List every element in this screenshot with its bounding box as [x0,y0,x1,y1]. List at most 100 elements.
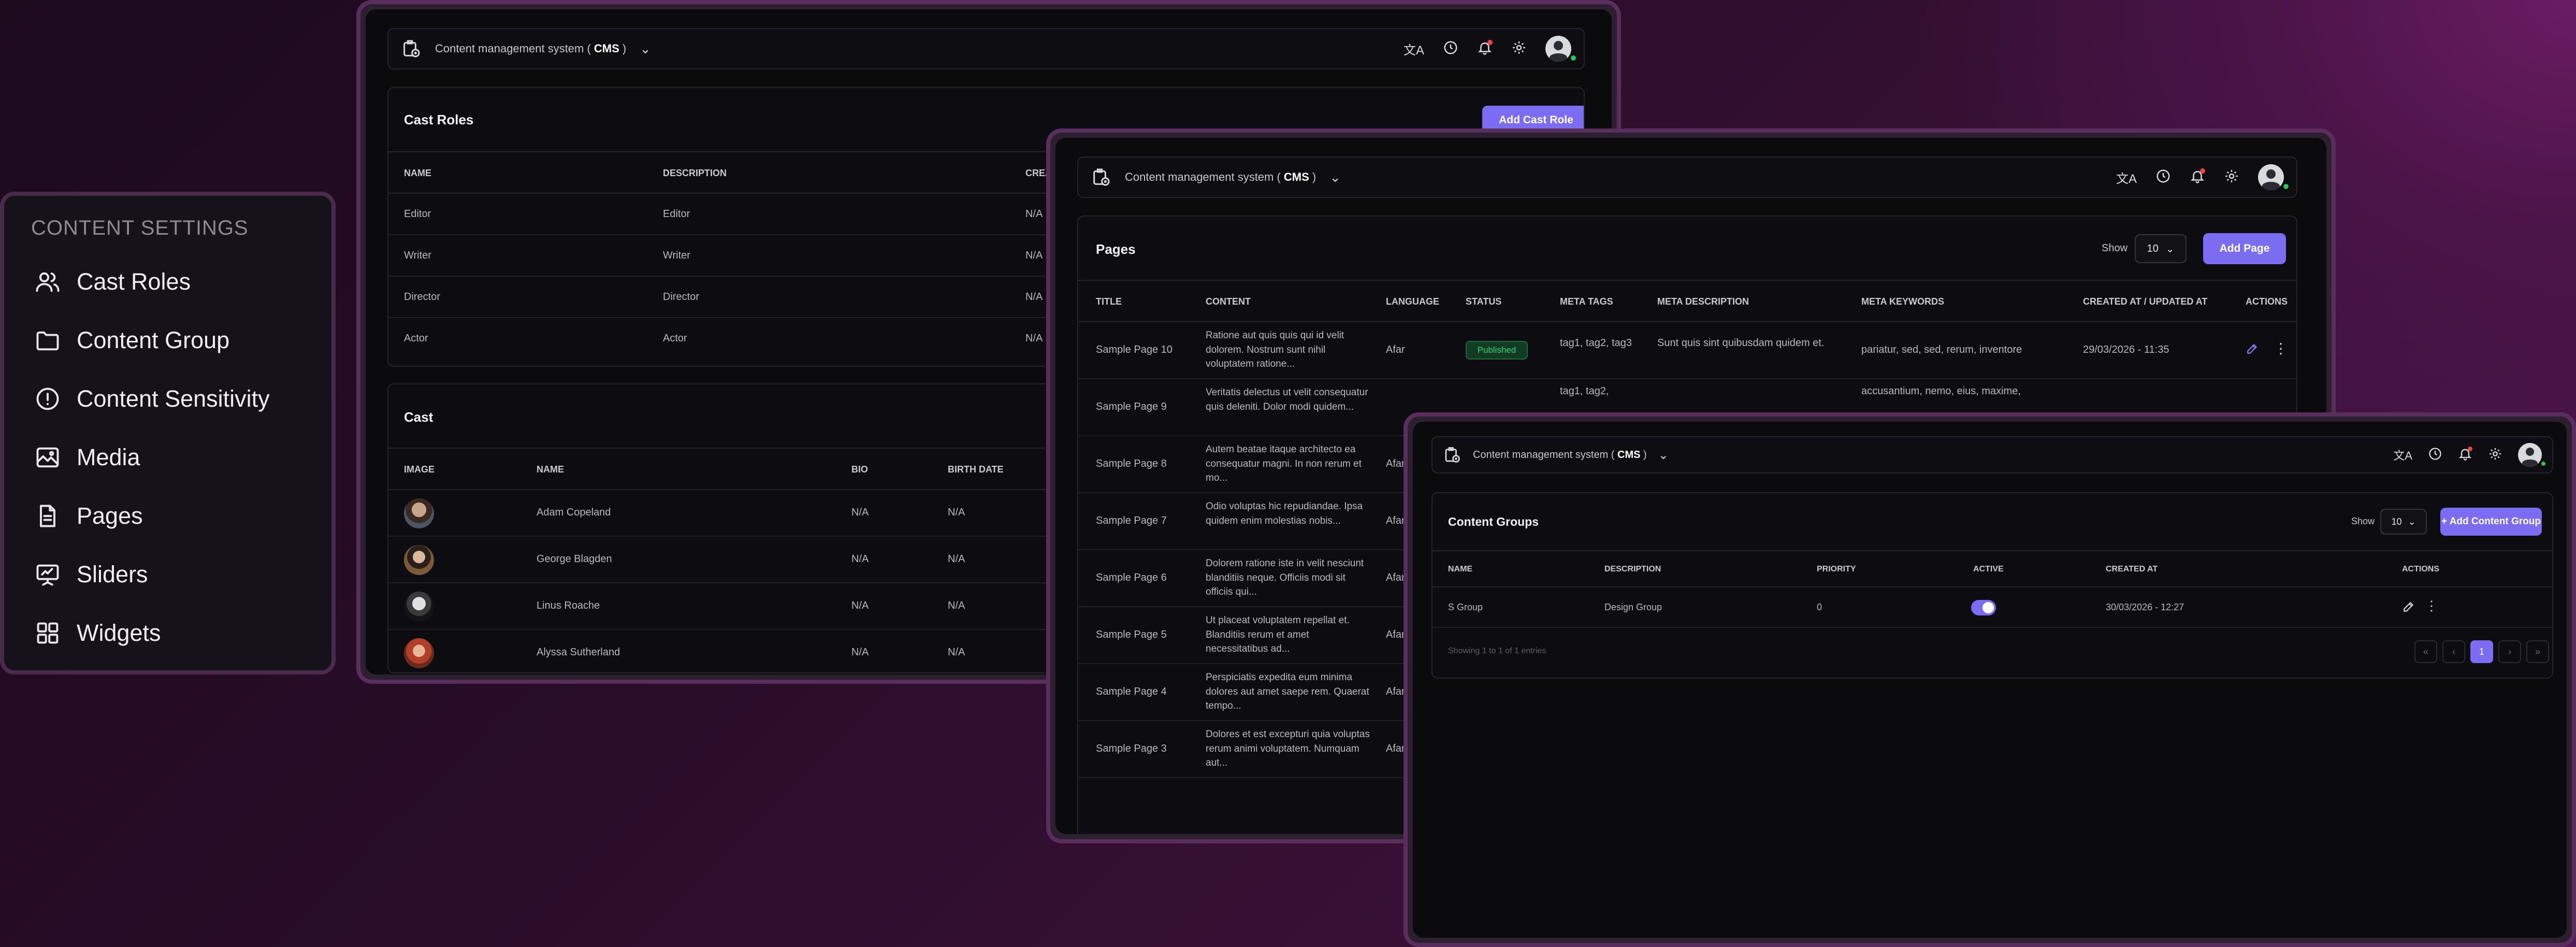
pagination-next[interactable]: › [2498,640,2521,663]
pagination-last[interactable]: » [2526,640,2549,663]
app-title: Content management system ( CMS ) [1473,449,1647,461]
cast-name: Alyssa Sutherland [537,647,620,658]
column-header: ACTIVE [1973,565,2004,573]
role-name: Director [404,291,441,303]
sidebar-item-pages[interactable]: Pages [33,501,143,530]
presentation-icon [33,560,62,589]
sidebar-item-cast-roles[interactable]: Cast Roles [33,267,191,296]
clock-icon[interactable] [2428,447,2442,464]
bell-icon[interactable] [2190,168,2205,186]
edit-icon[interactable] [2402,600,2415,616]
column-header: META TAGS [1560,296,1613,307]
more-vertical-icon[interactable]: ⋮ [2425,598,2438,614]
avatar[interactable] [2518,443,2542,467]
cast-bio: N/A [851,553,869,565]
add-content-group-button[interactable]: + Add Content Group [2440,508,2542,536]
role-name: Writer [404,250,431,261]
page-size-select[interactable]: 10 ⌄ [2380,509,2427,535]
page-language: Afar [1386,458,1405,469]
cast-photo [404,638,434,668]
column-header: BIO [851,464,869,475]
column-header: CONTENT [1206,296,1251,307]
add-page-button[interactable]: Add Page [2203,233,2286,264]
page-size-select[interactable]: 10 ⌄ [2135,234,2187,263]
column-header: CREATED AT / UPDATED AT [2083,296,2208,307]
pagination-prev[interactable]: ‹ [2442,640,2465,663]
translate-icon[interactable]: 文A [2116,168,2137,186]
table-row: S Group Design Group 0 30/03/2026 - 12:2… [1432,587,2552,628]
edit-icon[interactable] [2246,342,2259,358]
page-title: Sample Page 8 [1096,458,1167,469]
translate-icon[interactable]: 文A [1403,40,1424,58]
avatar[interactable] [1545,36,1571,62]
avatar[interactable] [2258,164,2284,190]
page-language: Afar [1386,743,1405,754]
cms-logo-icon [401,38,422,59]
gear-icon[interactable] [2488,447,2502,464]
page-title: Sample Page 9 [1096,401,1167,412]
role-description: Director [663,291,700,303]
page-title: Sample Page 7 [1096,515,1167,526]
users-icon [33,267,62,296]
column-header: DESCRIPTION [1604,565,1661,573]
chevron-down-icon[interactable]: ⌄ [1329,169,1341,185]
page-meta-tags: tag1, tag2, [1560,385,1609,397]
clock-icon[interactable] [2155,168,2171,186]
clock-icon[interactable] [1443,40,1458,58]
table-header: NAME DESCRIPTION PRIORITY ACTIVE CREATED… [1432,550,2552,587]
cast-photo [404,545,434,575]
page-created-at: 29/03/2026 - 11:35 [2083,344,2169,355]
column-header: TITLE [1096,296,1122,307]
cast-name: Adam Copeland [537,507,611,518]
page-title: Sample Page 4 [1096,686,1167,697]
page-meta-keywords: pariatur, sed, sed, rerum, inventore [1861,344,2022,355]
page-meta-keywords: accusantium, nemo, eius, maxime, [1861,385,2021,397]
page-content: Dolorem ratione iste in velit nesciunt b… [1206,558,1364,598]
show-label: Show [2351,516,2375,526]
sidebar-item-sliders[interactable]: Sliders [33,560,148,589]
bell-icon[interactable] [1477,39,1493,58]
chevron-down-icon[interactable]: ⌄ [640,41,651,57]
sidebar-item-widgets[interactable]: Widgets [33,619,161,648]
column-header: PRIORITY [1817,565,1856,573]
sidebar-item-content-group[interactable]: Content Group [33,326,229,355]
column-header: ACTIONS [2402,565,2439,573]
online-status-dot [2540,460,2547,467]
column-header: META DESCRIPTION [1657,296,1749,307]
more-vertical-icon[interactable]: ⋮ [2274,340,2288,357]
table-header: TITLE CONTENT LANGUAGE STATUS META TAGS … [1078,280,2296,322]
gear-icon[interactable] [1511,40,1527,58]
app-header: Content management system ( CMS ) ⌄ 文A [1431,436,2553,473]
column-header: NAME [1448,565,1473,573]
role-created: N/A [1025,208,1043,220]
column-header: STATUS [1466,296,1502,307]
content-settings-sidebar: CONTENT SETTINGS Cast Roles Content Grou… [0,192,336,675]
group-priority: 0 [1817,602,1822,612]
header-tools: 文A [2116,164,2290,191]
pagination-first[interactable]: « [2414,640,2437,663]
sidebar-item-label: Pages [77,503,143,529]
page-content: Dolores et est excepturi quia voluptas r… [1206,729,1370,769]
sidebar-item-content-sensitivity[interactable]: Content Sensitivity [33,384,270,413]
column-header: META KEYWORDS [1861,296,1944,307]
sidebar-item-label: Widgets [77,620,161,646]
sidebar-item-label: Media [77,444,140,470]
pagination-page[interactable]: 1 [2470,640,2493,663]
panel-title: Pages [1096,241,1136,257]
header-tools: 文A [2393,443,2547,467]
page-content: Ut placeat voluptatem repellat et. Bland… [1206,615,1350,655]
chevron-down-icon[interactable]: ⌄ [1658,448,1669,463]
column-header: NAME [537,464,564,475]
sidebar-item-media[interactable]: Media [33,443,140,472]
panel-title: Cast Roles [404,112,474,127]
page-language: Afar [1386,686,1405,697]
cast-photo [404,592,434,622]
translate-icon[interactable]: 文A [2393,447,2412,463]
sidebar-heading: CONTENT SETTINGS [31,217,249,239]
group-name: S Group [1448,602,1483,612]
active-toggle[interactable] [1971,600,1996,615]
show-label: Show [2102,242,2128,254]
bell-icon[interactable] [2458,446,2472,464]
gear-icon[interactable] [2224,168,2239,186]
role-description: Writer [663,250,690,261]
